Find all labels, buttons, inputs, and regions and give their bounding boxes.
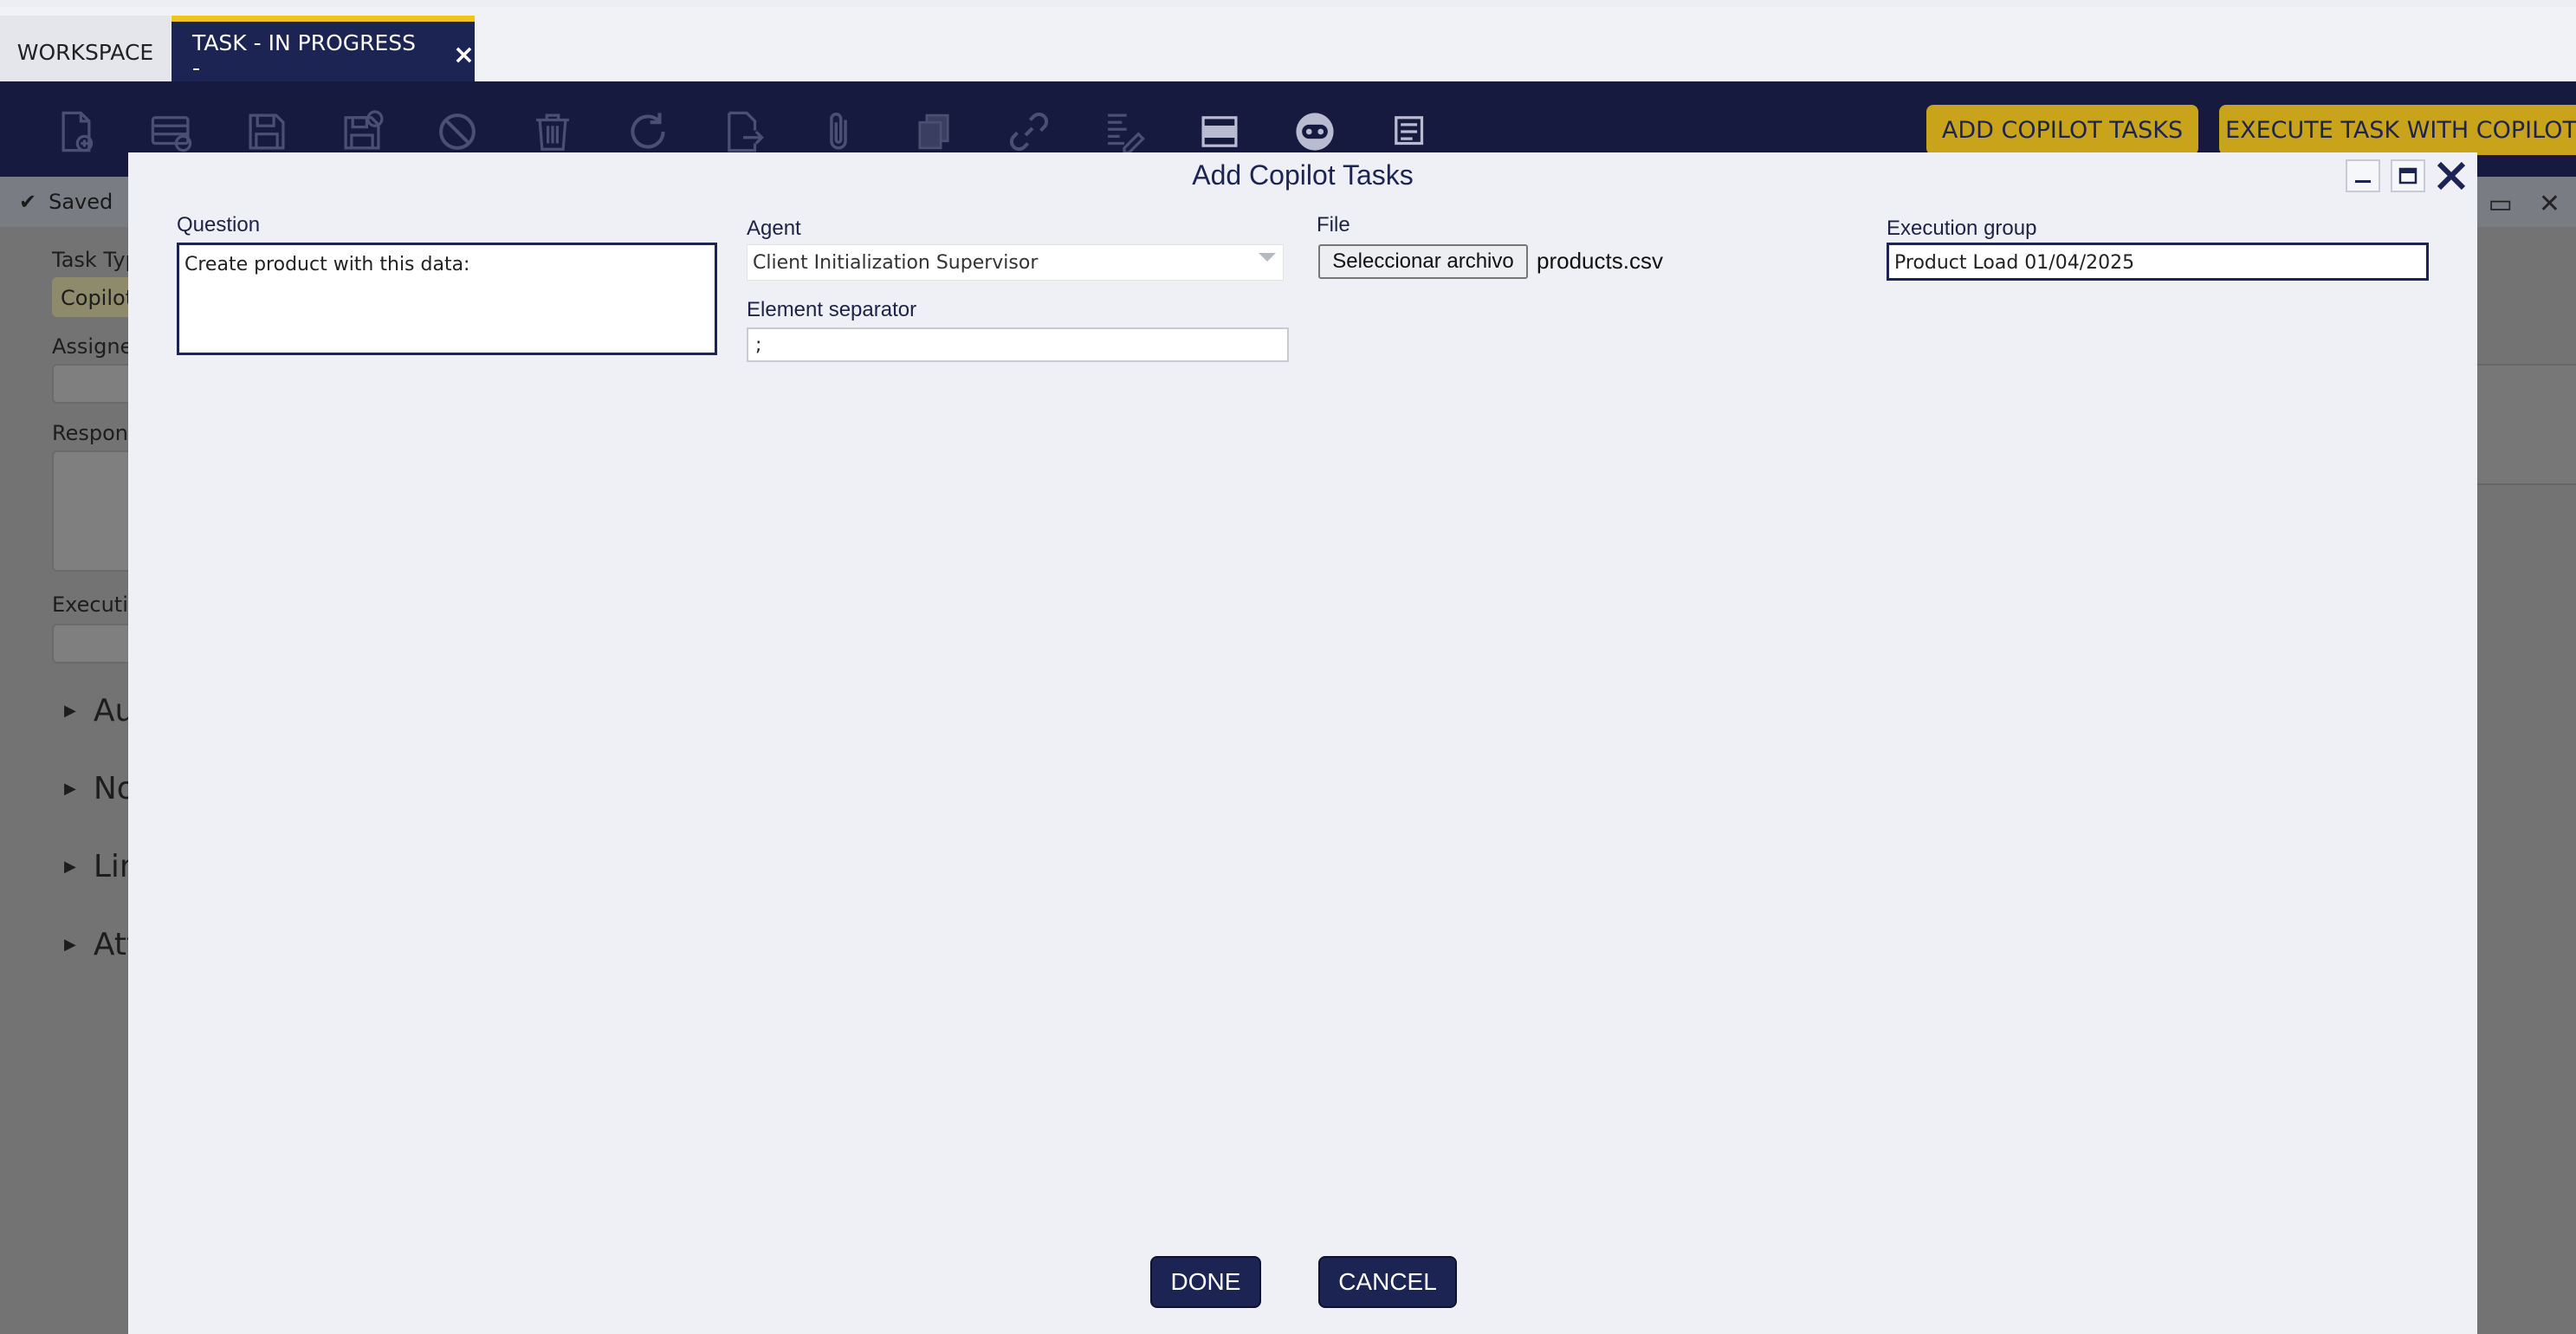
response-label: Respons (52, 421, 139, 445)
agent-select[interactable]: Client Initialization Supervisor (747, 244, 1284, 281)
grid-view-icon[interactable] (1194, 106, 1246, 158)
save-and-close-icon[interactable] (336, 106, 388, 158)
response-field[interactable] (52, 450, 139, 572)
close-icon (2437, 161, 2466, 191)
execution-group-label: Execution group (1887, 217, 2037, 240)
file-label: File (1317, 213, 1350, 236)
agent-label: Agent (747, 217, 801, 240)
minimize-button[interactable] (2346, 159, 2380, 192)
minimize-icon (2355, 180, 2371, 183)
caret-right-icon: ▶ (64, 780, 76, 798)
done-button[interactable]: DONE (1150, 1256, 1261, 1308)
close-dialog-button[interactable] (2434, 159, 2469, 192)
dialog-title: Add Copilot Tasks (1192, 159, 1414, 191)
tab-task-label: TASK - IN PROGRESS - (192, 29, 417, 81)
assignee-label: Assigne (52, 334, 133, 359)
save-icon[interactable] (241, 106, 293, 158)
new-document-icon[interactable] (50, 106, 102, 158)
form-view-icon[interactable] (1384, 106, 1436, 158)
add-copilot-tasks-dialog: Add Copilot Tasks Question Create produc… (128, 152, 2477, 1334)
element-separator-input[interactable]: ; (747, 327, 1289, 362)
copilot-icon[interactable] (1289, 106, 1341, 158)
tools-icon[interactable] (1098, 106, 1150, 158)
maximize-button[interactable] (2391, 159, 2425, 192)
execution-field[interactable] (52, 624, 139, 664)
caret-right-icon: ▶ (64, 858, 76, 876)
cancel-button[interactable]: CANCEL (1318, 1256, 1457, 1308)
selected-file-name: products.csv (1537, 248, 1663, 274)
saved-status-text: Saved (49, 190, 113, 214)
element-separator-label: Element separator (747, 298, 917, 321)
assignee-field[interactable] (52, 364, 139, 404)
delete-icon[interactable] (527, 106, 579, 158)
add-copilot-tasks-button[interactable]: ADD COPILOT TASKS (1926, 105, 2198, 155)
copy-icon[interactable] (908, 106, 960, 158)
export-icon[interactable] (717, 106, 769, 158)
attach-icon[interactable] (812, 106, 864, 158)
new-record-icon[interactable] (146, 106, 197, 158)
section-au[interactable]: ▶ Au (64, 693, 134, 729)
background-right-panel (2477, 364, 2576, 485)
tab-task-in-progress[interactable]: TASK - IN PROGRESS - × (172, 16, 475, 88)
form-window-controls: ▭ ✕ (2489, 189, 2561, 219)
tab-close-icon[interactable]: × (453, 40, 475, 70)
execution-group-input[interactable]: Product Load 01/04/2025 (1887, 243, 2429, 281)
chevron-down-icon[interactable] (1259, 253, 1276, 262)
execute-task-with-copilot-button[interactable]: EXECUTE TASK WITH COPILOT (2219, 105, 2576, 155)
tab-workspace[interactable]: WORKSPACE (0, 16, 171, 88)
select-file-button[interactable]: Seleccionar archivo (1318, 244, 1528, 279)
caret-right-icon: ▶ (64, 936, 76, 954)
caret-right-icon: ▶ (64, 702, 76, 720)
check-icon: ✔ (19, 190, 37, 214)
task-type-label: Task Typ (52, 248, 139, 272)
tab-bar: WORKSPACE TASK - IN PROGRESS - × (0, 0, 2576, 88)
section-no[interactable]: ▶ No (64, 771, 136, 806)
maximize-icon (2398, 167, 2417, 185)
link-icon[interactable] (1003, 106, 1055, 158)
tab-workspace-label: WORKSPACE (16, 39, 154, 65)
question-textarea[interactable]: Create product with this data: (177, 243, 717, 355)
cancel-icon[interactable] (431, 106, 483, 158)
close-icon[interactable]: ✕ (2539, 189, 2560, 219)
maximize-icon[interactable]: ▭ (2489, 189, 2513, 219)
refresh-icon[interactable] (622, 106, 674, 158)
question-label: Question (177, 213, 261, 236)
